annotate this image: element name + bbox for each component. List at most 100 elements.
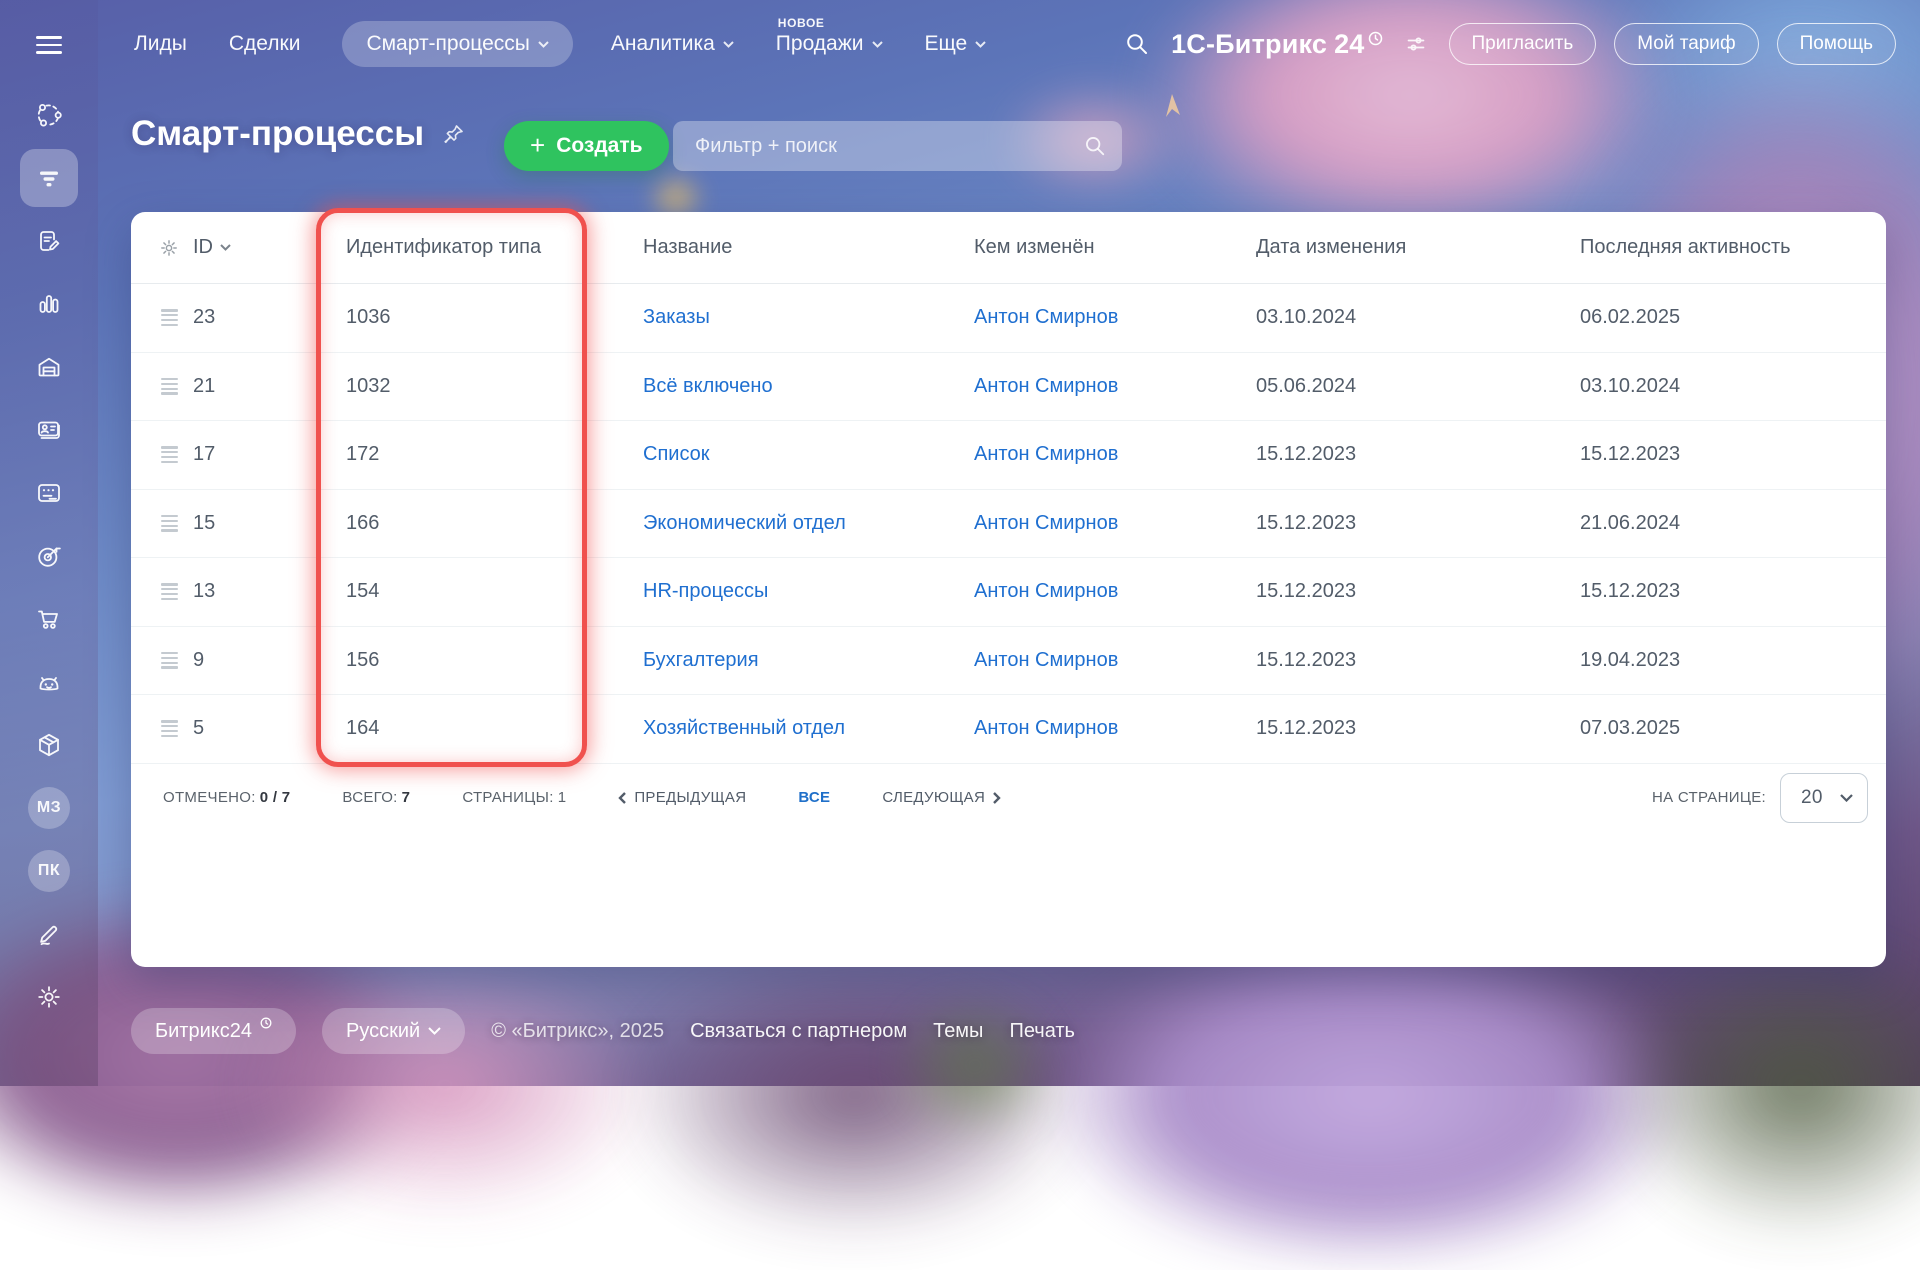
show-all-button[interactable]: ВСЕ (798, 789, 830, 806)
sort-chevron-icon (220, 244, 231, 251)
per-page-label: НА СТРАНИЦЕ: (1652, 789, 1766, 806)
drag-handle-icon[interactable] (157, 511, 182, 536)
process-name-link[interactable]: Список (643, 443, 974, 466)
process-name-link[interactable]: Хозяйственный отдел (643, 717, 974, 740)
process-name-link[interactable]: Заказы (643, 306, 974, 329)
nav-item-deals[interactable]: Сделки (229, 32, 301, 56)
process-name-link[interactable]: Бухгалтерия (643, 649, 974, 672)
filter-search-box[interactable] (673, 121, 1122, 171)
sidebar-item-tasks[interactable] (18, 210, 81, 273)
sidebar-item-workgroup-pk[interactable]: ПК (18, 840, 81, 903)
modified-by-link[interactable]: Антон Смирнов (974, 306, 1256, 329)
contact-card-icon (38, 421, 60, 440)
search-button[interactable] (1121, 28, 1153, 60)
drag-handle-icon[interactable] (157, 648, 182, 673)
footer-brand-button[interactable]: Битрикс24 (131, 1008, 296, 1054)
table-row: 9 156 Бухгалтерия Антон Смирнов 15.12.20… (131, 627, 1886, 695)
calendar-icon (38, 484, 60, 503)
table-row: 5 164 Хозяйственный отдел Антон Смирнов … (131, 695, 1886, 764)
nav-item-analytics[interactable]: Аналитика (611, 32, 734, 56)
column-header-id[interactable]: ID (193, 236, 346, 259)
sidebar-item-chatbot[interactable] (18, 651, 81, 714)
menu-toggle-button[interactable] (30, 30, 68, 60)
cell-last-activity: 03.10.2024 (1580, 374, 1681, 397)
cell-id: 5 (193, 717, 205, 740)
drag-handle-icon[interactable] (157, 374, 182, 399)
clock-mark-icon (260, 1017, 272, 1029)
column-header-modified-date[interactable]: Дата изменения (1256, 236, 1580, 259)
cell-type-id: 154 (346, 580, 380, 603)
modified-by-link[interactable]: Антон Смирнов (974, 443, 1256, 466)
table-body: 23 1036 Заказы Антон Смирнов 03.10.2024 … (131, 284, 1886, 764)
cell-last-activity: 19.04.2023 (1580, 648, 1681, 671)
per-page-select[interactable]: 20 (1780, 772, 1868, 823)
invite-button[interactable]: Пригласить (1448, 23, 1597, 65)
drag-handle-icon[interactable] (157, 442, 182, 467)
sidebar-item-sign[interactable] (18, 903, 81, 966)
table-row: 15 166 Экономический отдел Антон Смирнов… (131, 490, 1886, 558)
sidebar-item-calendar[interactable] (18, 462, 81, 525)
process-name-link[interactable]: Экономический отдел (643, 512, 974, 535)
sidebar-item-marketing[interactable] (18, 525, 81, 588)
funnel-icon (40, 171, 58, 187)
cart-icon (38, 610, 58, 630)
sidebar-item-shop[interactable] (18, 588, 81, 651)
chevron-right-icon (993, 791, 1001, 804)
grid-settings-button[interactable] (154, 233, 184, 263)
sidebar-item-crm[interactable] (18, 147, 81, 210)
process-name-link[interactable]: HR-процессы (643, 580, 974, 603)
modified-by-link[interactable]: Антон Смирнов (974, 375, 1256, 398)
column-header-modified-by[interactable]: Кем изменён (974, 236, 1256, 259)
filter-search-input[interactable] (693, 133, 1084, 159)
drag-handle-icon[interactable] (157, 305, 182, 330)
tariff-sliders-button[interactable] (1401, 29, 1431, 59)
cell-type-id: 164 (346, 717, 380, 740)
modified-by-link[interactable]: Антон Смирнов (974, 717, 1256, 740)
sidebar-item-settings[interactable] (18, 966, 81, 1029)
gear-icon (161, 239, 177, 256)
chevron-down-icon (975, 40, 986, 48)
process-name-link[interactable]: Всё включено (643, 375, 974, 398)
pages-counter: СТРАНИЦЫ: 1 (462, 789, 567, 806)
sidebar-item-workgroup-mz[interactable]: МЗ (18, 777, 81, 840)
nav-item-more[interactable]: Еще (925, 32, 987, 56)
modified-by-link[interactable]: Антон Смирнов (974, 649, 1256, 672)
footer-link-partner[interactable]: Связаться с партнером (690, 1020, 907, 1043)
clock-mark-icon (1368, 31, 1382, 45)
sidebar-item-network[interactable] (18, 84, 81, 147)
sidebar-item-warehouse[interactable] (18, 336, 81, 399)
modified-by-link[interactable]: Антон Смирнов (974, 580, 1256, 603)
column-header-last-activity[interactable]: Последняя активность (1580, 236, 1886, 259)
drag-handle-icon[interactable] (157, 579, 182, 604)
nav-item-smart-processes[interactable]: Смарт-процессы (342, 21, 573, 67)
column-header-type-id[interactable]: Идентификатор типа (346, 236, 643, 259)
chevron-down-icon (871, 40, 883, 48)
search-icon (1086, 137, 1105, 156)
nav-item-sales[interactable]: НОВОЕ Продажи (776, 16, 883, 56)
cell-id: 15 (193, 511, 216, 534)
checked-counter: ОТМЕЧЕНО: 0 / 7 (163, 789, 291, 806)
next-page-button[interactable]: СЛЕДУЮЩАЯ (882, 789, 1001, 806)
help-button[interactable]: Помощь (1776, 23, 1896, 65)
column-header-name[interactable]: Название (643, 236, 974, 259)
gear-icon (38, 986, 60, 1008)
table-header: ID Идентификатор типа Название Кем измен… (131, 212, 1886, 284)
pin-page-button[interactable] (440, 120, 468, 148)
footer-link-print[interactable]: Печать (1009, 1020, 1075, 1043)
cell-modified-date: 15.12.2023 (1256, 717, 1357, 740)
sidebar-item-catalog[interactable] (18, 714, 81, 777)
my-plan-button[interactable]: Мой тариф (1614, 23, 1759, 65)
drag-handle-icon[interactable] (157, 716, 182, 741)
sidebar-icon-stack: МЗ ПК (18, 84, 81, 1029)
sidebar-item-contacts[interactable] (18, 399, 81, 462)
prev-page-button[interactable]: ПРЕДЫДУЩАЯ (618, 789, 746, 806)
cell-id: 9 (193, 648, 205, 671)
nav-item-leads[interactable]: Лиды (134, 32, 187, 56)
footer-link-themes[interactable]: Темы (933, 1020, 983, 1043)
sidebar-item-reports[interactable] (18, 273, 81, 336)
cell-type-id: 156 (346, 648, 380, 671)
modified-by-link[interactable]: Антон Смирнов (974, 512, 1256, 535)
language-select[interactable]: Русский (321, 1008, 466, 1054)
cell-id: 21 (193, 374, 216, 397)
create-button[interactable]: + Создать (504, 121, 669, 171)
